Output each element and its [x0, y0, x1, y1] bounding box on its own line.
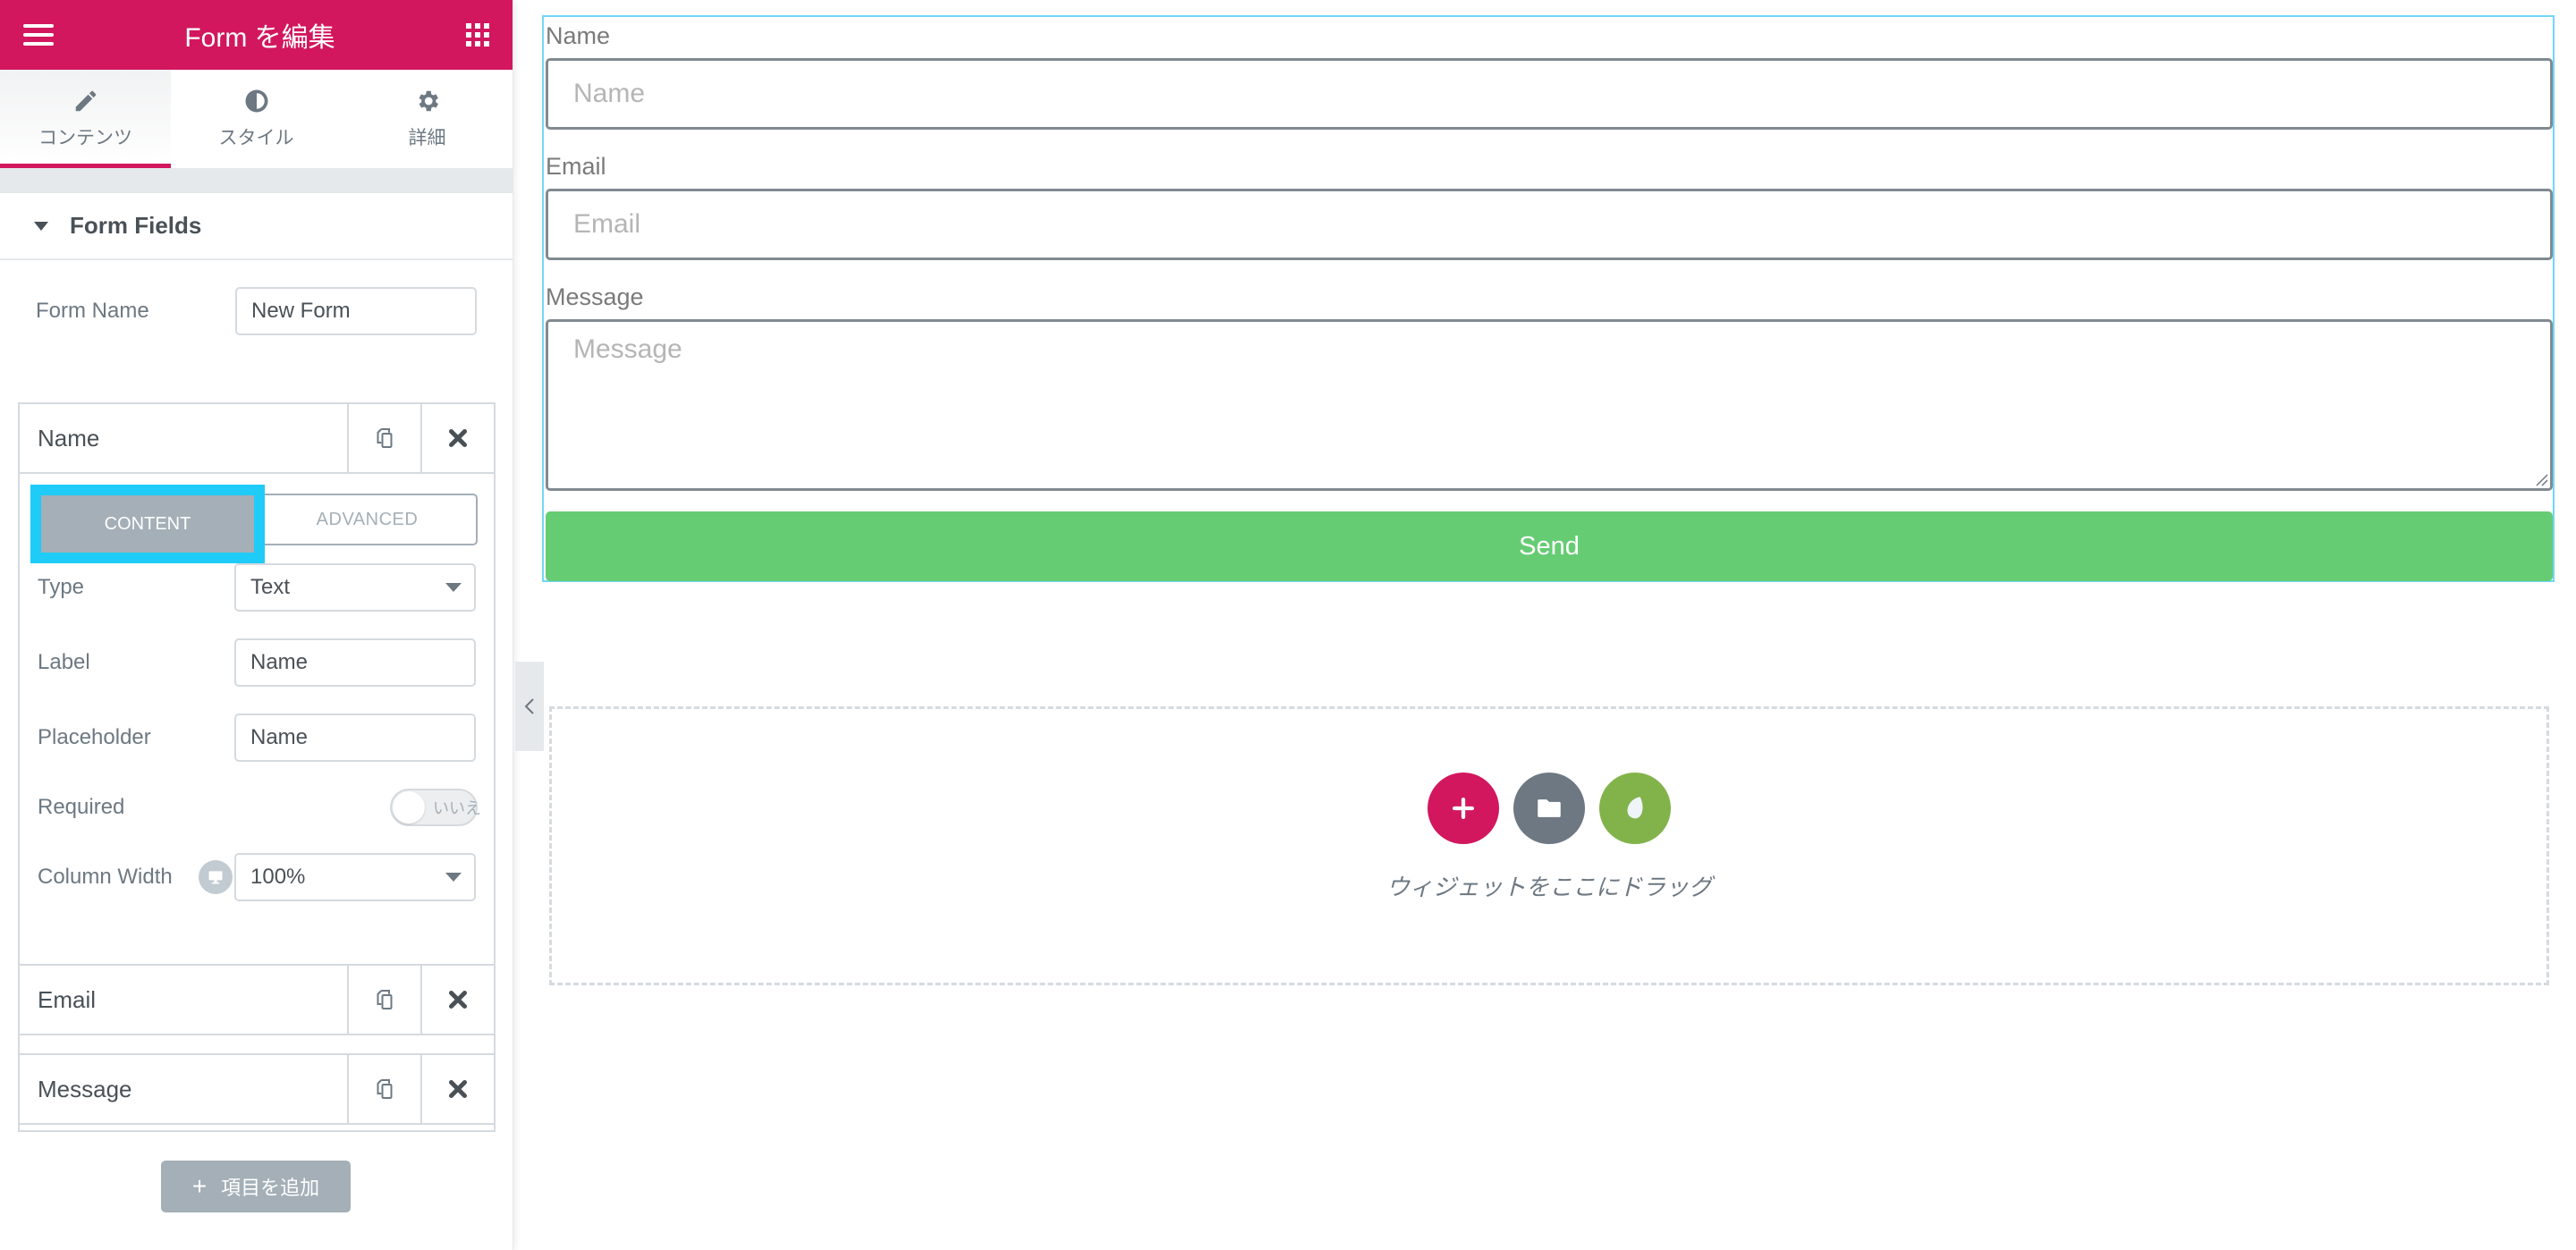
repeater-item-header: Name	[20, 404, 494, 472]
divider	[0, 168, 513, 193]
desktop-icon[interactable]	[199, 860, 233, 894]
column-width-select[interactable]: 100%	[234, 853, 476, 901]
column-width-label: Column Width	[38, 865, 173, 889]
repeater-item-header: Email	[20, 966, 494, 1034]
plus-icon	[1452, 797, 1475, 819]
placeholder-input[interactable]: Name	[234, 714, 476, 762]
duplicate-button[interactable]	[347, 966, 420, 1034]
type-control: Type Text	[20, 563, 494, 612]
column-width-control: Column Width 100%	[20, 853, 494, 901]
remove-button[interactable]	[420, 404, 494, 472]
section-form-fields[interactable]: Form Fields	[0, 193, 513, 260]
dropzone-text: ウィジェットをここにドラッグ	[1385, 873, 1712, 900]
tab-style-label: スタイル	[218, 128, 294, 148]
copy-icon	[377, 1079, 393, 1099]
resize-handle-icon[interactable]	[2534, 472, 2548, 486]
tab-advanced-label: 詳細	[408, 128, 446, 148]
focus-highlight: CONTENT	[30, 485, 265, 563]
form-name-input[interactable]: New Form	[235, 287, 477, 335]
copy-icon	[377, 428, 393, 448]
required-toggle-text: いいえ	[433, 799, 481, 817]
chevron-down-icon	[445, 873, 462, 882]
chevron-left-icon	[524, 698, 534, 714]
close-icon	[449, 1080, 467, 1098]
repeater-item-title[interactable]: Email	[20, 966, 347, 1034]
type-select-value: Text	[250, 575, 291, 599]
inner-tab-advanced[interactable]: ADVANCED	[258, 495, 476, 544]
widgets-grid-icon[interactable]	[465, 23, 489, 46]
form-name-control: Form Name New Form	[0, 286, 513, 336]
editor-panel: Form を編集 コンテンツ スタイル 詳細 Form Fields Form …	[0, 0, 513, 1250]
plus-icon: +	[191, 1172, 208, 1200]
repeater-item-title[interactable]: Message	[20, 1055, 347, 1123]
tab-advanced[interactable]: 詳細	[342, 70, 513, 168]
label-input[interactable]: Name	[234, 638, 476, 687]
type-select[interactable]: Text	[234, 563, 476, 612]
remove-button[interactable]	[420, 1055, 494, 1123]
tab-style[interactable]: スタイル	[171, 70, 342, 168]
leaf-icon	[1627, 796, 1643, 818]
tab-content[interactable]: コンテンツ	[0, 70, 171, 168]
chevron-down-icon	[445, 583, 462, 592]
column-width-value: 100%	[250, 865, 306, 889]
panel-title: Form を編集	[184, 23, 335, 53]
dropzone-buttons	[1428, 772, 1671, 844]
panel-collapse-button[interactable]	[515, 662, 544, 751]
inner-tab-content[interactable]: CONTENT	[41, 495, 254, 553]
widget-dropzone[interactable]: ウィジェットをここにドラッグ	[549, 706, 2549, 985]
toggle-knob	[393, 791, 425, 823]
tab-content-label: コンテンツ	[38, 128, 132, 148]
envato-kit-button[interactable]	[1599, 772, 1671, 844]
repeater-item-email: Email	[18, 964, 496, 1035]
contrast-icon	[245, 89, 267, 113]
add-template-button[interactable]	[1513, 772, 1585, 844]
form-name-label: Form Name	[36, 299, 149, 323]
message-field-textarea[interactable]: Message	[546, 319, 2553, 491]
type-label: Type	[38, 575, 85, 599]
pencil-icon	[75, 90, 96, 112]
name-field-label: Name	[546, 22, 611, 49]
message-placeholder: Message	[573, 334, 682, 364]
repeater-item-header: Message	[20, 1055, 494, 1123]
duplicate-button[interactable]	[347, 1055, 420, 1123]
close-icon	[449, 991, 467, 1009]
add-section-button[interactable]	[1428, 772, 1499, 844]
copy-icon	[377, 990, 393, 1009]
panel-tabs: コンテンツ スタイル 詳細	[0, 70, 513, 168]
hamburger-menu-icon[interactable]	[23, 24, 54, 46]
placeholder-label: Placeholder	[38, 725, 151, 749]
folder-icon	[1538, 798, 1561, 817]
caret-down-icon	[34, 221, 48, 231]
panel-header: Form を編集	[0, 0, 513, 70]
required-control: Required いいえ	[20, 783, 494, 832]
add-item-label: 項目を追加	[221, 1177, 320, 1199]
gear-icon	[419, 90, 438, 112]
label-control: Label Name	[20, 638, 494, 687]
message-field-label: Message	[546, 283, 644, 310]
email-field-input[interactable]: Email	[546, 189, 2553, 260]
placeholder-control: Placeholder Name	[20, 714, 494, 762]
required-toggle[interactable]: いいえ	[390, 789, 481, 826]
label-label: Label	[38, 650, 90, 674]
email-field-label: Email	[546, 153, 606, 180]
name-field-input[interactable]: Name	[546, 58, 2553, 130]
send-button[interactable]: Send	[546, 511, 2553, 581]
add-item-button[interactable]: + 項目を追加	[161, 1161, 351, 1212]
duplicate-button[interactable]	[347, 404, 420, 472]
remove-button[interactable]	[420, 966, 494, 1034]
required-label: Required	[38, 795, 125, 819]
repeater-item-message: Message	[18, 1053, 496, 1125]
section-title: Form Fields	[70, 212, 202, 239]
form-widget[interactable]: Name Name Email Email Message Message Se…	[542, 15, 2555, 582]
close-icon	[449, 429, 467, 447]
repeater-item-title[interactable]: Name	[20, 404, 347, 472]
